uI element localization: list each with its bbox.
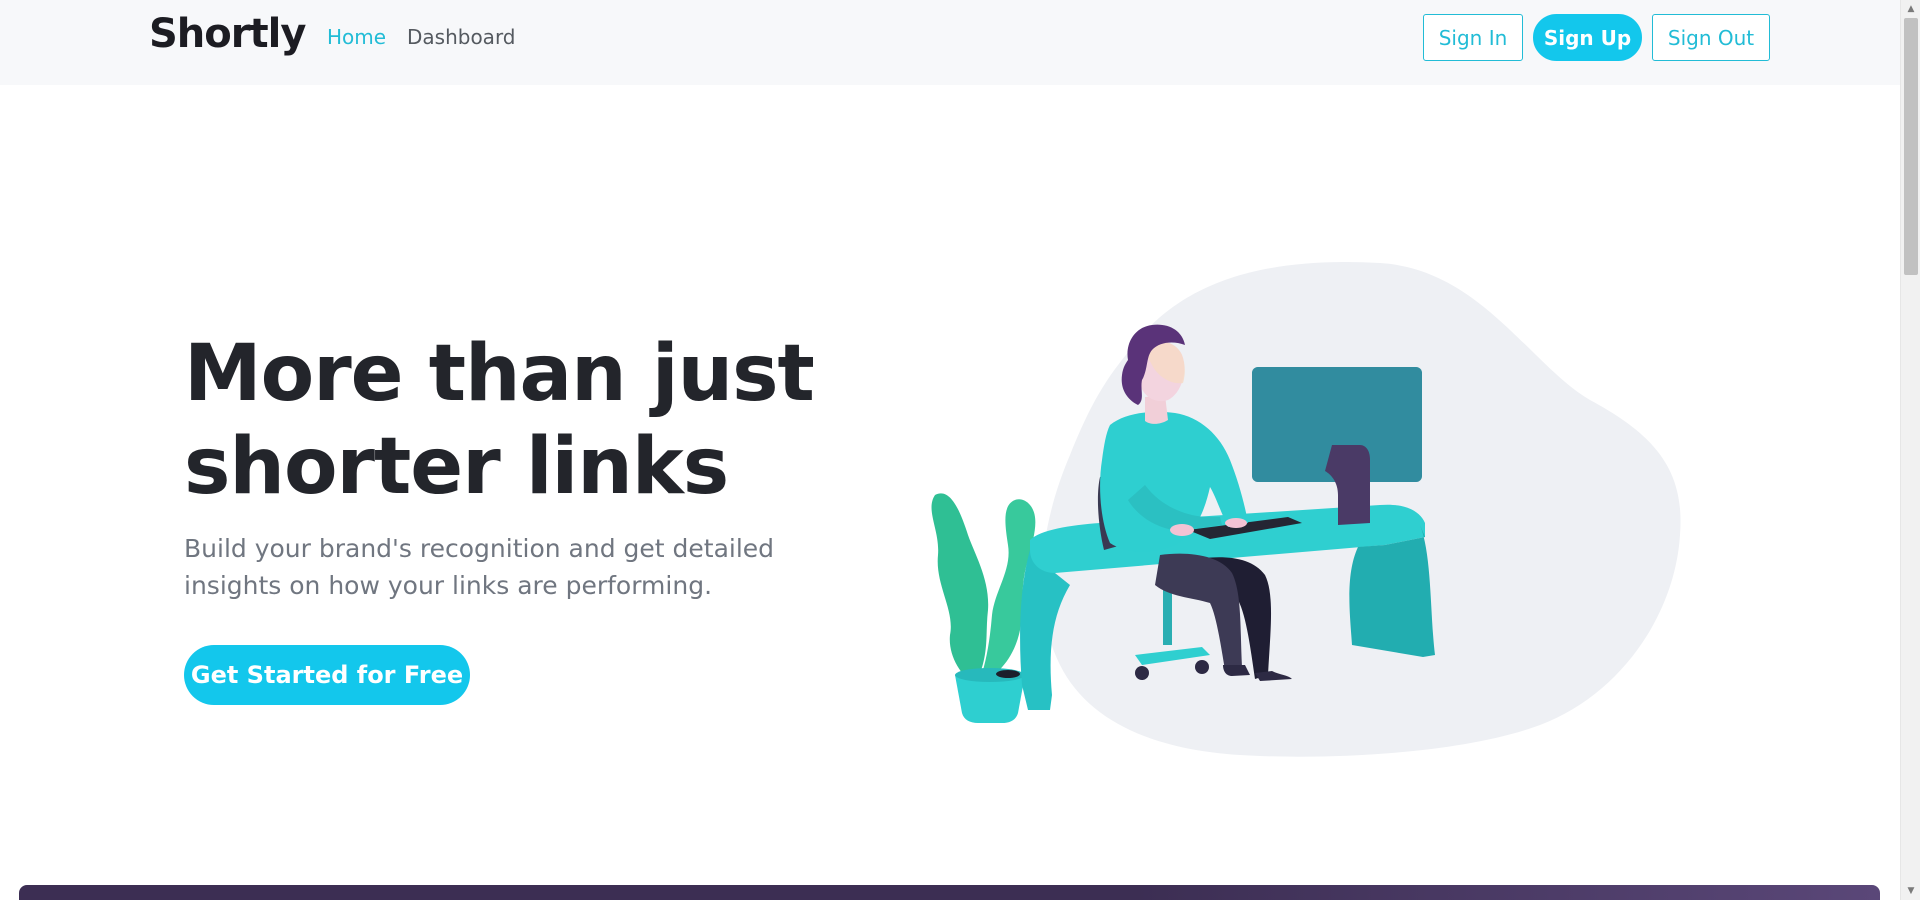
- sign-up-button[interactable]: Sign Up: [1533, 14, 1642, 61]
- plant-leaf-left: [931, 493, 989, 685]
- sign-in-button[interactable]: Sign In: [1423, 14, 1523, 61]
- hero-subtitle-line-2: insights on how your links are performin…: [184, 571, 713, 600]
- scroll-down-arrow-icon[interactable]: ▼: [1901, 882, 1920, 900]
- get-started-button[interactable]: Get Started for Free: [184, 645, 470, 705]
- plant-pot: [955, 675, 1025, 723]
- scrollbar-thumb[interactable]: [1904, 18, 1918, 275]
- nav-link-dashboard[interactable]: Dashboard: [407, 25, 516, 49]
- hero-title-line-1: More than just: [184, 329, 815, 419]
- vertical-scrollbar[interactable]: ▲ ▼: [1900, 0, 1920, 900]
- shorten-link-banner: [19, 885, 1880, 900]
- hero-title: More than just shorter links: [184, 328, 884, 514]
- person-hand-right: [1225, 518, 1247, 528]
- hero-title-line-2: shorter links: [184, 422, 729, 512]
- nav-link-home[interactable]: Home: [327, 25, 386, 49]
- hero-subtitle-line-1: Build your brand's recognition and get d…: [184, 534, 775, 563]
- brand-logo[interactable]: Shortly: [149, 11, 306, 57]
- chair-wheel-right: [1195, 660, 1209, 674]
- navbar: Shortly Home Dashboard Sign In Sign Up S…: [0, 0, 1900, 85]
- scroll-up-arrow-icon[interactable]: ▲: [1901, 0, 1920, 18]
- person-working-at-desk-illustration: [931, 261, 1681, 757]
- person-hand-left: [1170, 524, 1194, 536]
- sign-out-button[interactable]: Sign Out: [1652, 14, 1770, 61]
- chair-wheel-left: [1135, 666, 1149, 680]
- plant-pot-soil: [996, 670, 1020, 678]
- hero-subtitle: Build your brand's recognition and get d…: [184, 530, 824, 604]
- chair-post: [1163, 585, 1172, 645]
